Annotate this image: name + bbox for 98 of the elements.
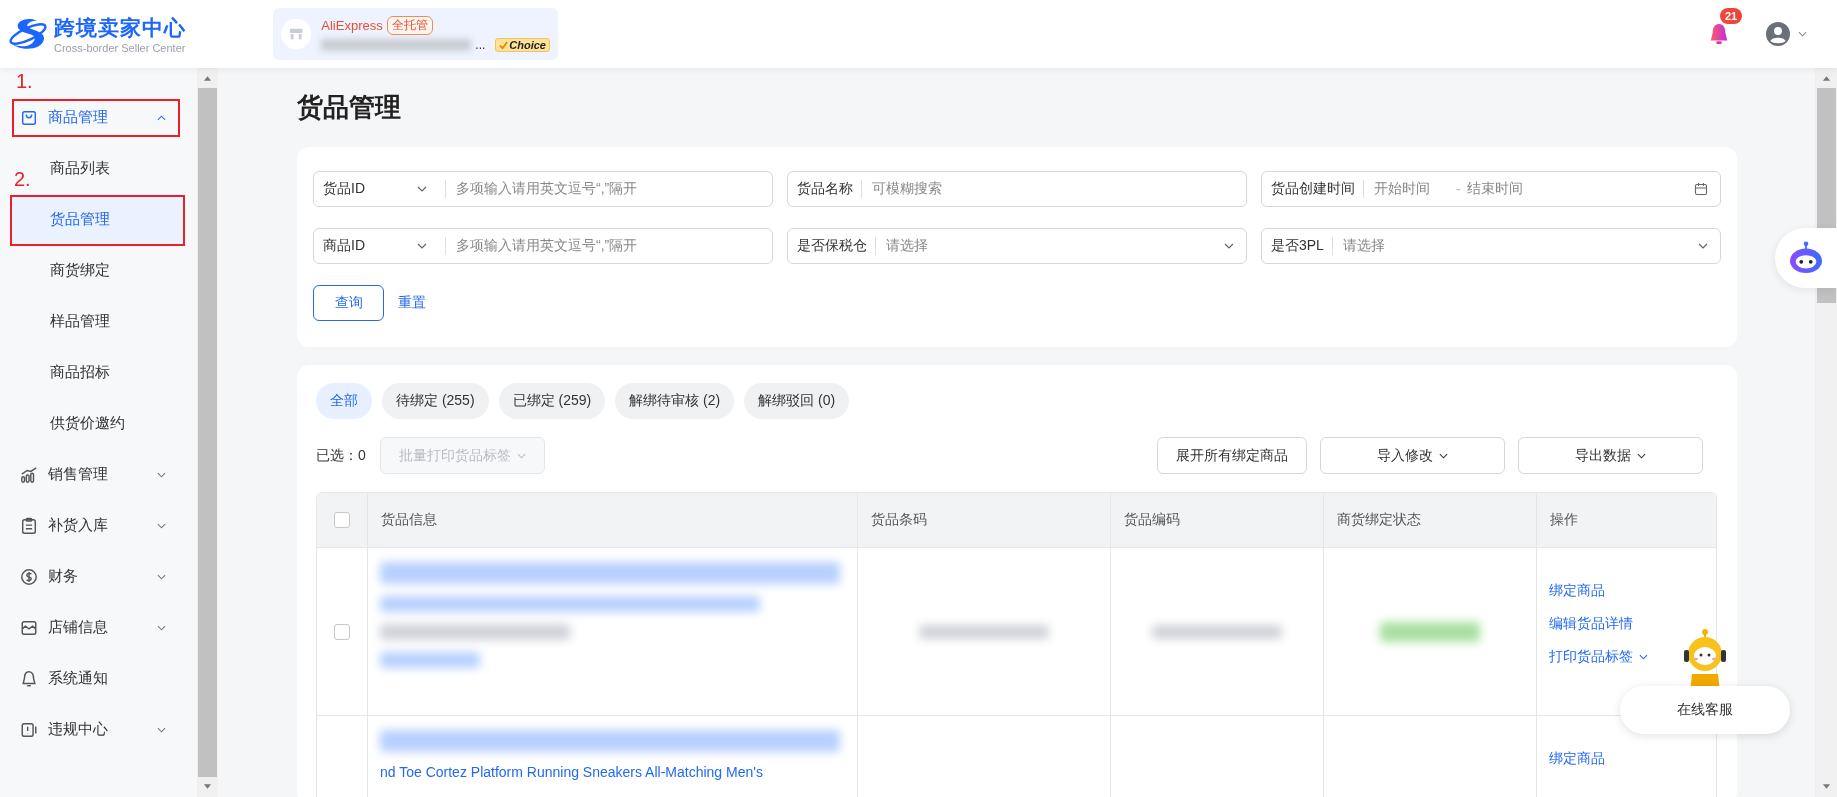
nav-icon <box>20 516 38 535</box>
product-title-link[interactable]: nd Toe Cortez Platform Running Sneakers All-Matching Men's <box>380 764 847 780</box>
column-header: 商货绑定状态 <box>1337 511 1421 529</box>
nav-subitem[interactable]: 商货绑定 <box>50 245 183 296</box>
select-all-checkbox[interactable] <box>334 512 350 528</box>
action-link[interactable]: 绑定商品 <box>1549 582 1605 600</box>
nav-icon <box>20 108 38 127</box>
field-placeholder: 请选择 <box>886 237 928 255</box>
column-header: 操作 <box>1550 511 1578 529</box>
nav-item[interactable]: 违规中心 <box>0 704 197 755</box>
chevron-down-icon <box>157 624 166 631</box>
filter-tab[interactable]: 解绑待审核 (2) <box>615 383 735 419</box>
column-header: 货品编码 <box>1124 511 1180 529</box>
avatar-icon[interactable] <box>1766 22 1790 46</box>
nav-subitem[interactable]: 样品管理 <box>50 296 183 347</box>
nav-icon <box>20 618 38 637</box>
store-name: ... <box>475 38 486 52</box>
chevron-down-icon <box>157 471 166 478</box>
field-label: 商品ID <box>323 237 366 255</box>
chevron-down-icon <box>516 452 526 459</box>
nav-icon <box>20 720 38 739</box>
toolbar-button[interactable]: 导入修改 <box>1320 437 1505 474</box>
field-label: 货品ID <box>323 180 366 198</box>
chevron-down-icon <box>157 522 166 529</box>
store-icon <box>281 17 312 51</box>
selected-count: 已选：0 <box>316 446 366 465</box>
chevron-down-icon[interactable] <box>1798 31 1807 37</box>
reset-link[interactable]: 重置 <box>398 294 426 312</box>
notification-count: 21 <box>1720 8 1743 24</box>
field-label: 货品创建时间 <box>1271 180 1355 198</box>
chevron-down-icon <box>417 186 427 192</box>
scroll-down-icon[interactable] <box>1821 784 1831 790</box>
filter-tab[interactable]: 全部 <box>316 383 372 419</box>
field-placeholder: 多项输入请用英文逗号“,”隔开 <box>456 237 638 255</box>
logo-title: 跨境卖家中心 <box>54 15 186 41</box>
platform-name: AliExpress <box>321 18 383 33</box>
field-placeholder: 多项输入请用英文逗号“,”隔开 <box>456 180 638 198</box>
field-label: 货品名称 <box>797 180 853 198</box>
customer-service-button[interactable]: 在线客服 <box>1620 686 1790 734</box>
chevron-down-icon <box>157 726 166 733</box>
annotation-number: 2. <box>14 168 31 191</box>
field-placeholder: 开始时间 <box>1374 180 1431 198</box>
action-link[interactable]: 绑定商品 <box>1549 750 1605 768</box>
scroll-up-icon[interactable] <box>1821 75 1831 81</box>
nav-icon <box>20 567 38 586</box>
scrollbar[interactable] <box>197 68 218 797</box>
action-link[interactable]: 打印货品标签 <box>1549 648 1648 666</box>
chevron-down-icon <box>417 243 427 249</box>
nav-icon <box>20 465 38 484</box>
filter-field[interactable]: 货品名称 可模糊搜索 <box>787 171 1247 207</box>
filter-tab[interactable]: 待绑定 (255) <box>382 383 489 419</box>
nav-item[interactable]: 补货入库 <box>0 500 197 551</box>
nav-item[interactable]: 店铺信息 <box>0 602 197 653</box>
filter-field[interactable]: 商品ID 多项输入请用英文逗号“,”隔开 <box>313 228 773 264</box>
chevron-down-icon <box>157 573 166 580</box>
filter-tab[interactable]: 已绑定 (259) <box>498 383 606 419</box>
field-placeholder: 请选择 <box>1342 237 1385 255</box>
column-header: 货品信息 <box>381 511 437 529</box>
filter-field[interactable]: 是否保税仓 请选择 <box>787 228 1247 264</box>
chevron-up-icon <box>157 114 166 121</box>
nav-item[interactable]: 销售管理 <box>0 449 197 500</box>
robot-icon <box>1787 241 1825 275</box>
field-label: 是否保税仓 <box>797 237 867 255</box>
chevron-down-icon <box>1224 243 1234 249</box>
range-separator: - <box>1456 181 1461 197</box>
scroll-up-icon[interactable] <box>203 75 212 81</box>
annotation-number: 1. <box>16 70 33 93</box>
filter-field[interactable]: 是否3PL 请选择 <box>1261 228 1721 264</box>
field-label: 是否3PL <box>1271 237 1324 255</box>
nav-icon <box>20 669 38 688</box>
choice-badge: Choice <box>495 38 550 52</box>
toolbar-button[interactable]: 展开所有绑定商品 <box>1157 437 1307 474</box>
calendar-icon <box>1694 182 1708 196</box>
field-placeholder: 结束时间 <box>1466 180 1523 198</box>
filter-field[interactable]: 货品ID 多项输入请用英文逗号“,”隔开 <box>313 171 773 207</box>
toolbar-button[interactable]: 导出数据 <box>1518 437 1703 474</box>
filter-field[interactable]: 货品创建时间 开始时间 - 结束时间 <box>1261 171 1721 207</box>
logo-icon <box>8 17 48 51</box>
filter-tab[interactable]: 解绑驳回 (0) <box>744 383 850 419</box>
store-card[interactable]: AliExpress 全托管 ... Choice <box>273 8 558 60</box>
nav-item[interactable]: 系统通知 <box>0 653 197 704</box>
scroll-down-icon[interactable] <box>203 784 212 790</box>
nav-item[interactable]: 财务 <box>0 551 197 602</box>
field-placeholder: 可模糊搜索 <box>872 180 942 198</box>
column-header: 货品条码 <box>871 511 927 529</box>
scrollbar[interactable] <box>1815 68 1837 797</box>
notification-bell-icon[interactable] <box>1708 22 1730 46</box>
assistant-button[interactable] <box>1775 228 1837 288</box>
action-link[interactable]: 编辑货品详情 <box>1549 615 1633 633</box>
nav-subitem[interactable]: 供货价邀约 <box>50 398 183 449</box>
logo-subtitle: Cross-border Seller Center <box>54 42 186 54</box>
chevron-down-icon <box>1698 243 1708 249</box>
page-title: 货品管理 <box>297 91 402 124</box>
search-button[interactable]: 查询 <box>313 285 384 321</box>
managed-badge: 全托管 <box>386 16 433 35</box>
nav-subitem[interactable]: 商品列表 <box>50 143 183 194</box>
nav-subitem[interactable]: 商品招标 <box>50 347 183 398</box>
row-checkbox[interactable] <box>334 623 350 640</box>
